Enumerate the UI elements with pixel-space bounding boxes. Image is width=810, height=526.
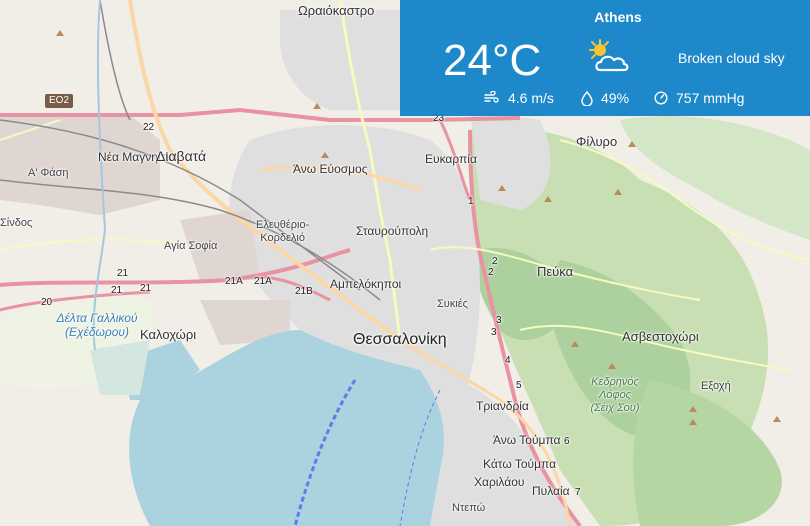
sun-behind-cloud-icon xyxy=(589,39,629,72)
road-ref: 3 xyxy=(496,315,502,326)
road-ref: 2 xyxy=(492,256,498,267)
road-ref: 7 xyxy=(575,487,581,498)
place-label-diavata: Διαβατά xyxy=(156,148,207,164)
weather-humidity: 49% xyxy=(581,90,629,106)
place-label-kalochori: Καλοχώρι xyxy=(140,327,197,342)
pressure-value: 757 mmHg xyxy=(676,90,745,106)
place-label-pefka: Πεύκα xyxy=(537,264,574,279)
place-label-triandria: Τριανδρία xyxy=(476,399,529,413)
weather-panel: Athens 24°C Broken cloud sky 4.6 m/s 49% xyxy=(400,0,810,116)
road-ref: 21 xyxy=(117,268,129,279)
wind-value: 4.6 m/s xyxy=(508,90,554,106)
place-label-eleftherio: Ελευθέριο- Κορδελιό xyxy=(256,219,310,245)
road-ref: 21 xyxy=(140,283,152,294)
droplet-icon xyxy=(581,90,593,106)
weather-city: Athens xyxy=(594,9,642,25)
place-label-sindos: Σίνδος xyxy=(0,217,33,229)
weather-wind: 4.6 m/s xyxy=(484,90,554,106)
road-ref: 2 xyxy=(488,267,494,278)
road-ref: 22 xyxy=(143,122,155,133)
road-ref: 5 xyxy=(516,380,522,391)
place-label-ano-toumpa: Άνω Τούμπα xyxy=(493,433,561,447)
place-label-ntepo: Ντεπώ xyxy=(452,502,486,514)
road-ref: 21B xyxy=(295,286,313,297)
place-label-exochi: Εξοχή xyxy=(701,380,731,392)
weather-pressure: 757 mmHg xyxy=(654,90,744,106)
road-ref: 21A xyxy=(225,276,243,287)
place-label-efkarpia: Ευκαρπία xyxy=(425,152,477,166)
place-label-a-fasi: Α' Φάση xyxy=(28,167,69,179)
road-ref: 21A xyxy=(254,276,272,287)
place-label-filyro: Φίλυρο xyxy=(576,134,618,149)
road-ref: 4 xyxy=(505,355,511,366)
place-label-sykies: Συκιές xyxy=(437,298,468,310)
road-ref: 3 xyxy=(491,327,497,338)
weather-description: Broken cloud sky xyxy=(678,50,785,66)
place-label-asvestochori: Ασβεστοχώρι xyxy=(622,329,699,344)
humidity-value: 49% xyxy=(601,90,630,106)
place-label-kedrinos-lofos: Κεδρηνός Λόφος (Σέιχ Σου) xyxy=(590,376,640,415)
place-label-charilaou: Χαριλάου xyxy=(474,475,525,489)
road-ref: 21 xyxy=(111,285,123,296)
place-label-kato-toumpa: Κάτω Τούμπα xyxy=(483,457,557,471)
place-label-delta-gallikou: Δέλτα Γαλλικού (Εχέδωρου) xyxy=(56,311,138,340)
place-label-thessaloniki: Θεσσαλονίκη xyxy=(353,331,447,348)
place-label-pylaia: Πυλαία xyxy=(532,484,570,498)
pressure-gauge-icon xyxy=(654,91,668,105)
weather-temperature: 24°C xyxy=(443,36,542,85)
road-ref: 6 xyxy=(564,436,570,447)
road-ref: 20 xyxy=(41,297,53,308)
place-label-ampelokipoi: Αμπελόκηποι xyxy=(330,277,402,291)
place-label-stavroupoli: Σταυρούπολη xyxy=(356,224,429,238)
place-label-agia-sofia: Αγία Σοφία xyxy=(164,240,218,252)
wind-icon xyxy=(484,91,499,103)
road-shield-eo2: ΕΟ2 xyxy=(45,94,74,108)
place-label-oraiokastro: Ωραιόκαστρο xyxy=(298,3,375,18)
road-ref: 1 xyxy=(468,196,474,207)
place-label-ano-eyosmos: Άνω Εύοσμος xyxy=(293,162,368,176)
